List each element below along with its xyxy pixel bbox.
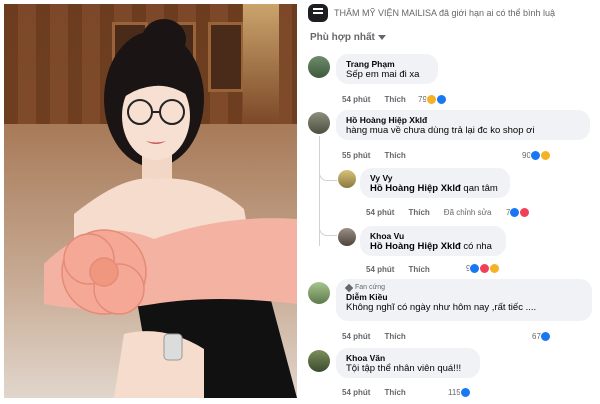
- comment-bubble: Khoa Văn Tội tập thể nhân viên quá!!!: [336, 348, 480, 378]
- comment-text: hàng mua về chưa dùng trả lại đc ko shop…: [346, 125, 535, 136]
- like-reaction-icon: [459, 387, 471, 398]
- comment-text: Sếp em mai đi xa: [346, 69, 420, 80]
- comment-bubble: Fan cứng Diễm Kiều Không nghĩ có ngày nh…: [336, 279, 592, 321]
- reaction-summary[interactable]: 90: [522, 150, 551, 161]
- love-reaction-icon: [519, 207, 531, 218]
- like-reaction-icon: [435, 94, 447, 105]
- comment-actions: 54 phút Thích: [342, 388, 406, 397]
- reaction-summary[interactable]: 7: [506, 207, 531, 218]
- woman-portrait: [44, 19, 297, 398]
- fan-badge: Fan cứng: [344, 283, 582, 292]
- commenter-name[interactable]: Khoa Văn: [346, 353, 470, 363]
- fan-badge-label: Fan cứng: [355, 284, 385, 291]
- reaction-summary[interactable]: 115: [448, 387, 471, 398]
- reply-connector: [319, 200, 337, 236]
- like-button[interactable]: Thích: [408, 265, 429, 274]
- like-button[interactable]: Thích: [384, 332, 405, 341]
- comment-time[interactable]: 54 phút: [342, 95, 370, 104]
- comment-time[interactable]: 54 phút: [342, 332, 370, 341]
- comment-actions: 54 phút Thích: [342, 332, 406, 341]
- comment-bubble: Vy Vy Hồ Hoàng Hiệp Xklđ qan tâm: [360, 168, 510, 198]
- like-button[interactable]: Thích: [384, 388, 405, 397]
- comment-restriction-banner: THẨM MỸ VIỆN MAILISA đã giới hạn ai có t…: [308, 2, 600, 24]
- reaction-summary[interactable]: 67: [532, 331, 551, 342]
- avatar[interactable]: [308, 112, 330, 134]
- comment-text-rest: có nha: [460, 241, 492, 252]
- avatar[interactable]: [338, 170, 356, 188]
- sort-label: Phù hợp nhất: [310, 32, 375, 43]
- edited-label: Đã chỉnh sửa: [443, 208, 492, 217]
- comment-text-rest: qan tâm: [460, 183, 498, 194]
- banner-text: THẨM MỸ VIỆN MAILISA đã giới hạn ai có t…: [334, 8, 556, 18]
- avatar[interactable]: [308, 56, 330, 78]
- haha-reaction-icon: [539, 150, 551, 161]
- sort-dropdown[interactable]: Phù hợp nhất: [310, 32, 386, 43]
- comment-text: Không nghĩ có ngày như hôm nay ,rất tiếc…: [346, 302, 537, 313]
- commenter-name[interactable]: Trang Phạm: [346, 59, 428, 69]
- comment-panel: THẨM MỸ VIỆN MAILISA đã giới hạn ai có t…: [300, 0, 600, 404]
- comment-actions: 55 phút Thích: [342, 151, 406, 160]
- haha-reaction-icon: [489, 263, 501, 274]
- reaction-summary[interactable]: 9: [466, 263, 501, 274]
- comment-actions: 54 phút Thích: [366, 265, 430, 274]
- avatar[interactable]: [338, 228, 356, 246]
- featured-photo: [4, 4, 297, 398]
- fan-badge-icon: [344, 283, 354, 292]
- comment-actions: 54 phút Thích Đã chỉnh sửa: [366, 208, 491, 217]
- commenter-name[interactable]: Hồ Hoàng Hiệp Xklđ: [346, 115, 580, 125]
- avatar[interactable]: [308, 282, 330, 304]
- comment-time[interactable]: 54 phút: [366, 208, 394, 217]
- comment-bubble: Trang Phạm Sếp em mai đi xa: [336, 54, 438, 84]
- comment-actions: 54 phút Thích: [342, 95, 406, 104]
- commenter-name[interactable]: Diễm Kiều: [346, 292, 582, 302]
- commenter-name[interactable]: Vy Vy: [370, 173, 500, 183]
- reaction-summary[interactable]: 79: [418, 94, 447, 105]
- comment-text: Hồ Hoàng Hiệp Xklđ qan tâm: [370, 183, 500, 194]
- commenter-name[interactable]: Khoa Vu: [370, 231, 496, 241]
- comment-bubble-icon: [308, 4, 328, 22]
- avatar[interactable]: [308, 350, 330, 372]
- reply-connector: [319, 165, 337, 181]
- comment-time[interactable]: 54 phút: [342, 388, 370, 397]
- reaction-count: 115: [448, 388, 461, 397]
- mention-link[interactable]: Hồ Hoàng Hiệp Xklđ: [370, 183, 461, 194]
- comment-text: Hồ Hoàng Hiệp Xklđ có nha: [370, 241, 496, 252]
- like-button[interactable]: Thích: [408, 208, 429, 217]
- comment-text: Tội tập thể nhân viên quá!!!: [346, 363, 462, 374]
- mention-link[interactable]: Hồ Hoàng Hiệp Xklđ: [370, 241, 461, 252]
- comment-bubble: Hồ Hoàng Hiệp Xklđ hàng mua về chưa dùng…: [336, 110, 590, 140]
- like-button[interactable]: Thích: [384, 95, 405, 104]
- caret-down-icon: [377, 35, 386, 40]
- comment-bubble: Khoa Vu Hồ Hoàng Hiệp Xklđ có nha: [360, 226, 506, 256]
- comment-time[interactable]: 54 phút: [366, 265, 394, 274]
- like-reaction-icon: [539, 331, 551, 342]
- like-button[interactable]: Thích: [384, 151, 405, 160]
- comment-time[interactable]: 55 phút: [342, 151, 370, 160]
